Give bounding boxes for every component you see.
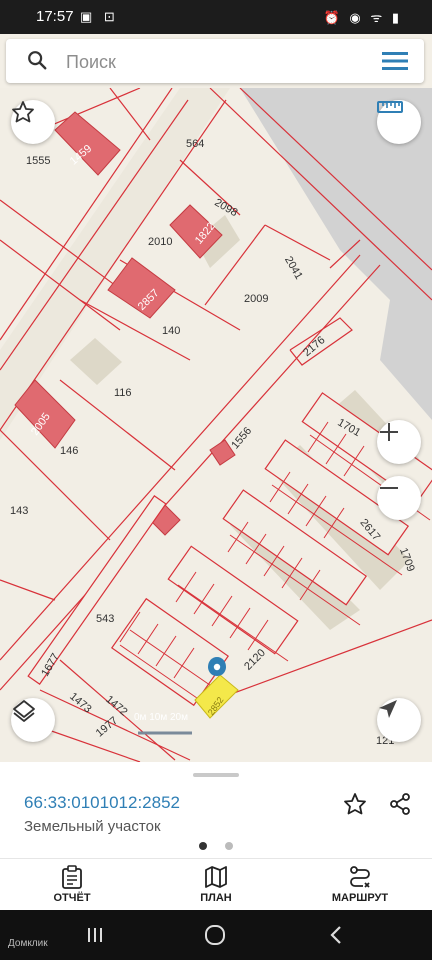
favorite-star-icon[interactable] (343, 792, 367, 816)
menu-icon[interactable] (382, 51, 408, 71)
search-icon[interactable] (26, 49, 48, 71)
zoom-in-button[interactable] (377, 420, 421, 464)
map-label: 140 (162, 325, 180, 337)
ruler-icon (377, 101, 403, 113)
map-label: 2010 (148, 236, 172, 248)
map-label: 564 (186, 138, 204, 150)
notification-icons: ▣ ⊡ (80, 9, 119, 24)
home-icon[interactable] (204, 924, 226, 946)
report-tab-label: ОТЧЁТ (53, 892, 91, 904)
minus-icon (380, 487, 398, 489)
page-indicator (0, 838, 432, 854)
plus-icon (380, 423, 398, 441)
location-pin-icon[interactable] (208, 657, 226, 676)
watermark-brand: Домклик (8, 938, 48, 949)
route-icon (350, 866, 370, 888)
page-dot-active[interactable] (199, 842, 207, 850)
drag-handle[interactable] (193, 773, 239, 777)
report-tab[interactable]: ОТЧЁТ (17, 865, 127, 904)
parcel-type: Земельный участок (24, 818, 161, 835)
navigation-arrow-icon (379, 700, 397, 718)
search-input[interactable] (64, 47, 368, 77)
bottom-navigation: ОТЧЁТ ПЛАН МАРШРУТ (0, 858, 432, 911)
cadastral-map[interactable]: 1555 1459 564 2098 2010 1822 2041 2857 2… (0, 88, 432, 762)
zoom-out-button[interactable] (377, 476, 421, 520)
map-icon (205, 866, 227, 888)
map-label: 1555 (26, 155, 50, 167)
recent-apps-icon[interactable] (86, 926, 104, 944)
clipboard-icon (62, 865, 82, 889)
share-icon[interactable] (388, 792, 412, 816)
route-tab-label: МАРШРУТ (331, 892, 389, 904)
status-bar: 17:57 ▣ ⊡ ⏰ ◉ ᯤ ▮ (0, 0, 432, 34)
map-label: 543 (96, 613, 114, 625)
map-canvas[interactable]: 1555 1459 564 2098 2010 1822 2041 2857 2… (0, 88, 432, 762)
back-icon[interactable] (328, 925, 344, 945)
system-navigation-bar: Домклик (0, 910, 432, 960)
search-bar (6, 39, 424, 83)
ruler-button[interactable] (377, 100, 421, 144)
my-location-button[interactable] (377, 698, 421, 742)
favorite-button[interactable] (11, 100, 55, 144)
map-label: 143 (10, 505, 28, 517)
layers-button[interactable] (11, 698, 55, 742)
status-time: 17:57 (36, 8, 74, 25)
page-dot[interactable] (225, 842, 233, 850)
plan-tab-label: ПЛАН (200, 892, 232, 904)
layers-icon (13, 700, 35, 722)
scale-label: 0м 10м 20м (134, 712, 188, 723)
map-label: 146 (60, 445, 78, 457)
map-label: 116 (114, 387, 132, 399)
route-tab[interactable]: МАРШРУТ (305, 865, 415, 904)
star-icon (12, 101, 34, 123)
plan-tab[interactable]: ПЛАН (161, 865, 271, 904)
map-label: 2009 (244, 293, 268, 305)
cadastral-number: 66:33:0101012:2852 (24, 793, 180, 812)
system-status-icons: ⏰ ◉ ᯤ ▮ (323, 10, 402, 25)
